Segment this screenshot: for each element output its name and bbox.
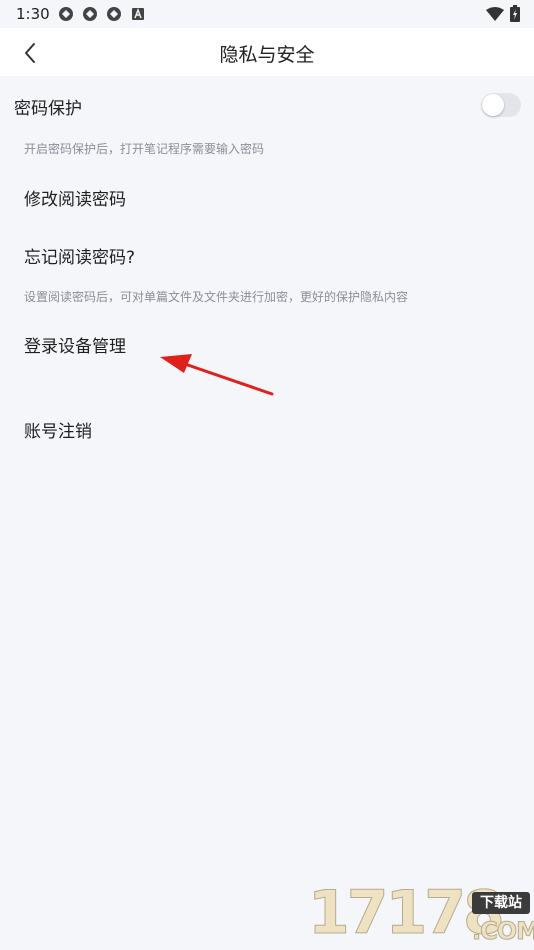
password-protection-hint: 开启密码保护后，打开笔记程序需要输入密码 [24,142,265,156]
annotation-arrow [160,354,274,396]
account-cancel-item[interactable]: 账号注销 [24,417,92,442]
watermark-badge: 下载站 [472,892,530,914]
status-time: 1:30 [16,5,50,23]
wifi-icon [486,6,504,21]
header-bar: 隐私与安全 [0,28,534,76]
status-system-icons [486,5,520,22]
sync-icon [107,7,121,21]
toggle-knob [482,94,504,116]
page-title: 隐私与安全 [219,44,315,66]
battery-icon [510,5,520,22]
password-protection-toggle[interactable] [481,93,521,117]
read-password-hint: 设置阅读密码后，可对单篇文件及文件夹进行加密，更好的保护隐私内容 [24,290,409,304]
password-protection-label: 密码保护 [14,99,82,119]
status-bar: 1:30 [0,0,534,28]
status-notification-icons [58,6,146,22]
forgot-read-password-item[interactable]: 忘记阅读密码? [24,243,135,268]
sync-icon [83,7,97,21]
a-icon [132,8,144,20]
watermark-domain: .COM [471,917,534,945]
sync-icon [59,7,73,21]
change-read-password-item[interactable]: 修改阅读密码 [24,185,126,210]
device-management-item[interactable]: 登录设备管理 [24,332,126,357]
